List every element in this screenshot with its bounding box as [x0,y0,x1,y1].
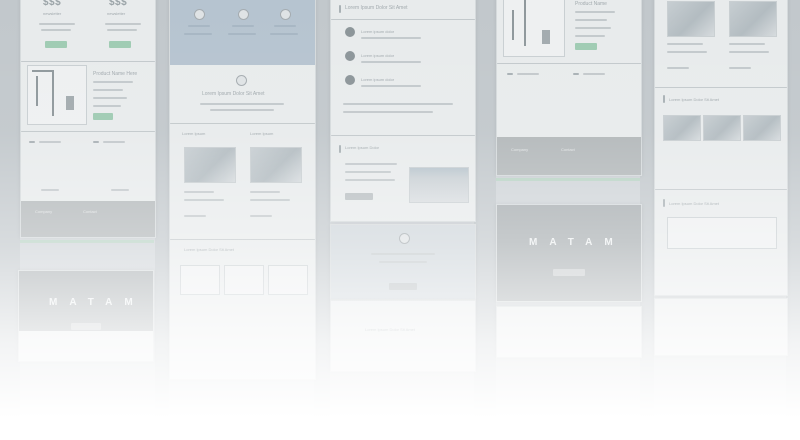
email-template-card[interactable]: Lorem Ipsum Dolor Sit Amet Lorem ipsum d… [330,0,476,222]
product-title: Product Name [575,1,607,7]
article-image [409,167,469,203]
email-template-card[interactable]: MATAM [496,204,642,302]
section-title: Lorem Ipsum Dolor Sit Amet [202,91,265,97]
section-title: Lorem Ipsum [182,131,206,136]
hero-banner: MATAM [19,271,153,331]
article-image [743,115,781,141]
step-icon [345,51,355,61]
stat-value: $$$ [109,0,128,8]
product-image [27,65,87,125]
email-footer: Company Contact [497,137,641,175]
article-image [250,147,302,183]
buy-button[interactable] [93,113,113,120]
section-title: Lorem Ipsum Dolor Sit Amet [184,247,235,252]
section-title: Lorem Ipsum Dolor Sit Amet [345,5,408,11]
cta-button[interactable] [389,283,417,290]
divider [20,240,154,243]
gutter [474,0,496,440]
step-label: Lorem ipsum dolor [361,77,395,82]
email-template-card[interactable]: Lorem Ipsum Dolor Sit Amet Lorem Ipsum L… [169,0,316,380]
cta-button[interactable] [45,41,67,48]
cta-button[interactable] [109,41,131,48]
email-template-card[interactable] [654,298,788,356]
email-footer: Company Contact [21,201,155,237]
email-template-card[interactable]: MATAM [18,270,154,362]
stat-value: $$$ [43,0,62,8]
section-title: Lorem Ipsum Dolor Sit Amet [669,201,720,206]
hero-banner [170,0,315,65]
stat-label: newsletter [43,11,62,16]
article-image [703,115,741,141]
banner-logo: MATAM [49,297,145,308]
section-title: Lorem Ipsum Dolor Sit Amet [365,327,416,332]
article-image [729,1,777,37]
stat-label: newsletter [107,11,126,16]
email-template-card[interactable]: $$$ $$$ newsletter newsletter Product Na… [20,0,156,238]
buy-button[interactable] [575,43,597,50]
product-image [667,217,777,249]
gutter [640,0,654,440]
section-title: Lorem Ipsum Dolor [345,145,380,150]
cta-button[interactable] [71,323,101,330]
step-label: Lorem ipsum dolor [361,53,395,58]
product-image [224,265,264,295]
step-label: Lorem ipsum dolor [361,29,395,34]
gutter [0,0,20,440]
product-image [180,265,220,295]
footer-link[interactable]: Company [511,147,528,152]
email-template-card[interactable] [330,224,476,300]
footer-link[interactable]: Contact [561,147,575,152]
footer-link[interactable]: Contact [83,209,97,214]
cta-button[interactable] [553,269,585,276]
template-gallery: $$$ $$$ newsletter newsletter Product Na… [0,0,800,440]
cta-button[interactable] [345,193,373,200]
divider [496,178,640,181]
step-icon [345,75,355,85]
step-icon [345,27,355,37]
email-template-card[interactable] [496,306,642,358]
gutter [314,0,330,440]
product-image [503,0,565,57]
info-icon [236,75,247,86]
gutter [155,0,169,440]
article-image [667,1,715,37]
banner-logo: MATAM [529,237,625,248]
product-title: Product Name Here [93,71,138,77]
email-template-card[interactable]: Lorem Ipsum Dolor Sit Amet Lorem Ipsum D… [654,0,788,296]
footer-link[interactable]: Company [35,209,52,214]
hero-banner: MATAM [497,205,641,301]
product-image [268,265,308,295]
section-title: Lorem Ipsum Dolor Sit Amet [669,97,720,102]
info-icon [399,233,410,244]
article-image [184,147,236,183]
email-template-card[interactable]: Lorem Ipsum Dolor Sit Amet [330,300,476,372]
email-template-card[interactable]: Product Name Company Contact [496,0,642,176]
section-title: Lorem Ipsum [250,131,274,136]
article-image [663,115,701,141]
gutter [786,0,800,440]
